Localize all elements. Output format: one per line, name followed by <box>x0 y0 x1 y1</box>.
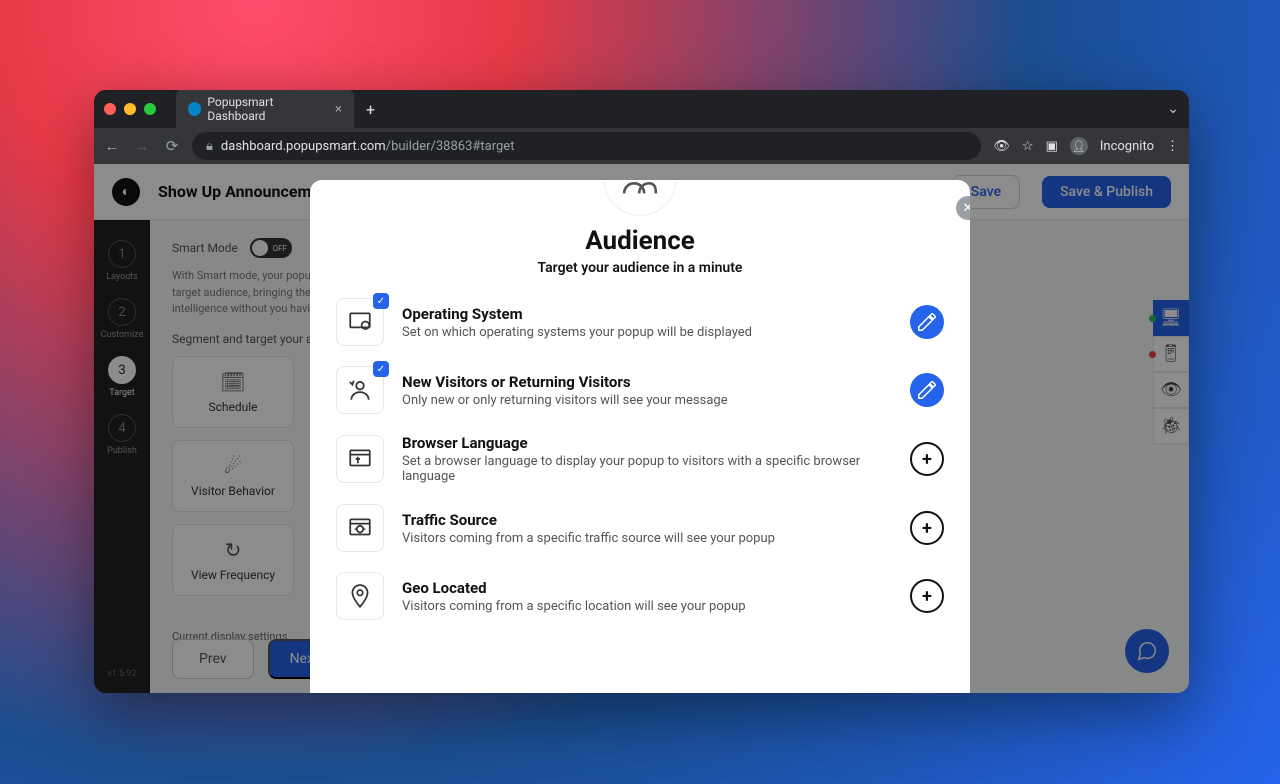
lock-icon: 🔒︎ <box>206 139 213 154</box>
close-tab-icon[interactable]: × <box>335 102 342 117</box>
incognito-icon: 👤︎ <box>1070 137 1088 155</box>
tab-title: Popupsmart Dashboard <box>207 95 329 123</box>
language-icon <box>336 435 384 483</box>
edit-button[interactable] <box>910 305 944 339</box>
option-operating-system[interactable]: Operating SystemSet on which operating s… <box>336 298 944 346</box>
add-button[interactable]: + <box>910 511 944 545</box>
incognito-label: Incognito <box>1100 139 1154 154</box>
edit-button[interactable] <box>910 373 944 407</box>
back-icon[interactable]: ← <box>104 137 120 155</box>
browser-window: Popupsmart Dashboard × + ⌄ ← → ⟳ 🔒︎ dash… <box>94 90 1189 693</box>
kebab-menu-icon[interactable]: ⋮ <box>1166 139 1179 154</box>
option-browser-language[interactable]: Browser LanguageSet a browser language t… <box>336 434 944 484</box>
option-new-returning[interactable]: New Visitors or Returning VisitorsOnly n… <box>336 366 944 414</box>
audience-modal: ✕ Audience Target your audience in a min… <box>310 180 970 693</box>
extensions-icon[interactable]: ▣ <box>1046 139 1058 154</box>
os-icon <box>336 298 384 346</box>
add-button[interactable]: + <box>910 442 944 476</box>
modal-title: Audience <box>336 226 944 256</box>
add-button[interactable]: + <box>910 579 944 613</box>
check-icon <box>373 361 389 377</box>
window-controls[interactable] <box>104 103 156 115</box>
reload-icon[interactable]: ⟳ <box>164 137 180 155</box>
check-icon <box>373 293 389 309</box>
maximize-window-icon[interactable] <box>144 103 156 115</box>
option-geo-located[interactable]: Geo LocatedVisitors coming from a specif… <box>336 572 944 620</box>
favicon-icon <box>188 102 201 116</box>
tab-strip: Popupsmart Dashboard × + ⌄ <box>94 90 1189 128</box>
address-bar[interactable]: 🔒︎ dashboard.popupsmart.com/builder/3886… <box>192 132 981 160</box>
bookmark-icon[interactable]: ☆ <box>1022 139 1034 154</box>
forward-icon[interactable]: → <box>134 137 150 155</box>
eye-off-icon[interactable]: 👁︎ <box>993 139 1010 154</box>
option-traffic-source[interactable]: Traffic SourceVisitors coming from a spe… <box>336 504 944 552</box>
geo-icon <box>336 572 384 620</box>
url-toolbar: ← → ⟳ 🔒︎ dashboard.popupsmart.com/builde… <box>94 128 1189 164</box>
browser-tab[interactable]: Popupsmart Dashboard × <box>176 90 354 129</box>
url-text: dashboard.popupsmart.com/builder/38863#t… <box>221 139 515 154</box>
new-tab-button[interactable]: + <box>366 100 375 119</box>
close-window-icon[interactable] <box>104 103 116 115</box>
minimize-window-icon[interactable] <box>124 103 136 115</box>
target-icon <box>336 504 384 552</box>
modal-subtitle: Target your audience in a minute <box>336 260 944 276</box>
chevron-down-icon[interactable]: ⌄ <box>1167 101 1179 117</box>
visitor-icon <box>336 366 384 414</box>
